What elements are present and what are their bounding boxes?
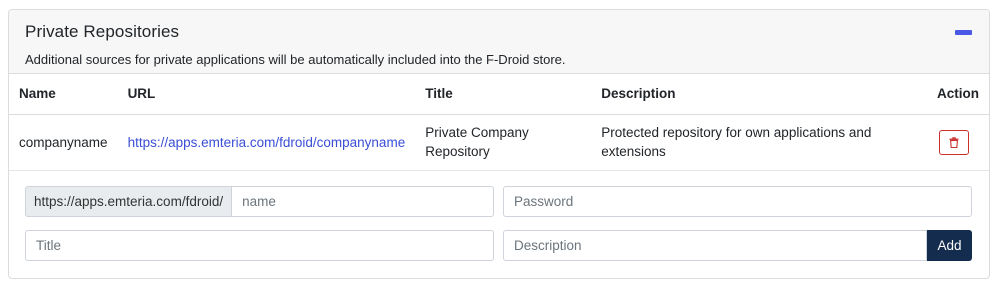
table-row: companyname https://apps.emteria.com/fdr… — [9, 114, 989, 171]
description-input[interactable] — [503, 230, 927, 261]
minus-icon[interactable] — [955, 30, 972, 35]
password-input[interactable] — [503, 186, 972, 217]
repo-url-link[interactable]: https://apps.emteria.com/fdroid/companyn… — [128, 135, 406, 150]
repo-url-input-group: https://apps.emteria.com/fdroid/ — [25, 186, 494, 217]
delete-repository-button[interactable] — [939, 129, 969, 155]
trash-icon — [949, 136, 959, 148]
table-header-row: Name URL Title Description Action — [9, 74, 989, 115]
header-title: Title — [415, 74, 592, 115]
add-repo-form-row-1: https://apps.emteria.com/fdroid/ — [25, 186, 973, 217]
description-input-group: Add — [503, 230, 972, 261]
repo-name: companyname — [9, 114, 118, 171]
private-repositories-panel: Private Repositories Additional sources … — [8, 9, 990, 279]
panel-title: Private Repositories — [25, 22, 180, 41]
repo-description: Protected repository for own application… — [591, 114, 897, 171]
header-name: Name — [9, 74, 118, 115]
repo-name-input[interactable] — [231, 186, 494, 217]
header-url: URL — [117, 74, 416, 115]
url-prefix: https://apps.emteria.com/fdroid/ — [25, 186, 232, 217]
header-description: Description — [591, 74, 897, 115]
title-input[interactable] — [25, 230, 494, 261]
add-repository-button[interactable]: Add — [927, 230, 972, 261]
header-action: Action — [896, 74, 989, 115]
panel-header: Private Repositories Additional sources … — [9, 10, 989, 74]
repositories-table: Name URL Title Description Action compan… — [9, 74, 989, 171]
add-repo-form-row-2: Add — [25, 230, 973, 261]
repo-title: Private Company Repository — [415, 114, 592, 171]
panel-subtitle: Additional sources for private applicati… — [25, 52, 566, 67]
